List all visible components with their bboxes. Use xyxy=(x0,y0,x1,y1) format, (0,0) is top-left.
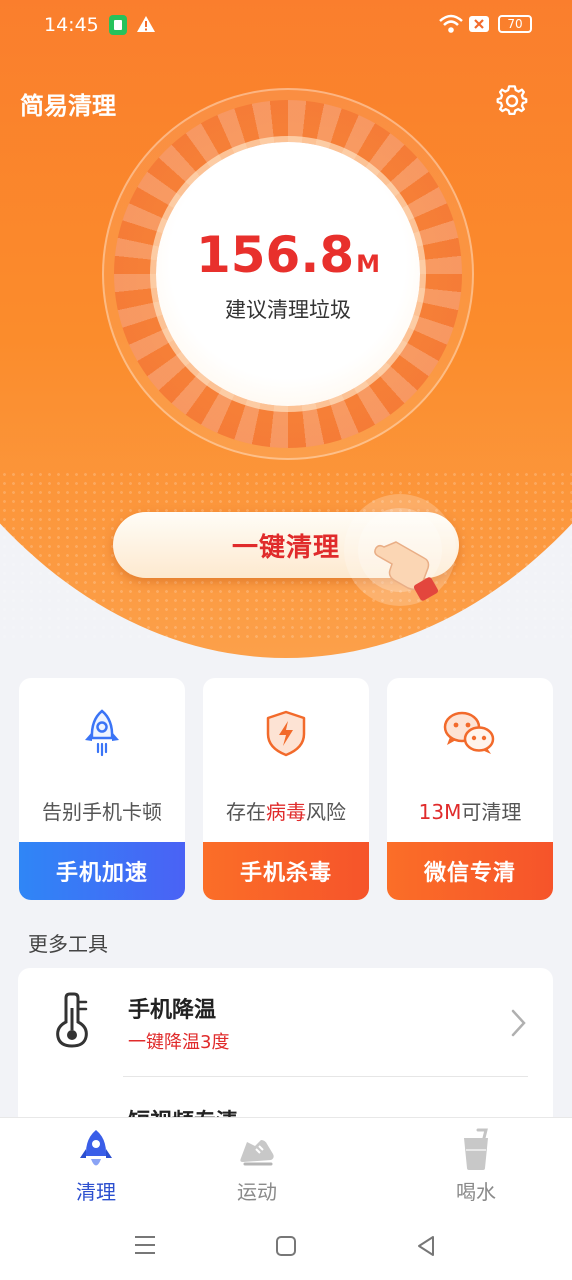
home-icon[interactable] xyxy=(274,1234,298,1258)
pointing-hand-icon xyxy=(344,494,456,606)
card-desc-pre: 存在 xyxy=(226,800,266,824)
card-desc-highlight: 病毒 xyxy=(266,800,306,824)
battery-icon: 70 xyxy=(498,15,532,33)
card-desc: 告别手机卡顿 xyxy=(19,796,185,825)
settings-gear-icon[interactable] xyxy=(496,85,528,117)
chevron-right-icon xyxy=(511,1009,526,1037)
junk-amount: 156.8M xyxy=(156,226,420,284)
app-notification-icon xyxy=(109,15,127,35)
back-icon[interactable] xyxy=(414,1234,438,1258)
wechat-clean-button[interactable]: 微信专清 xyxy=(387,842,553,900)
junk-label: 建议清理垃圾 xyxy=(225,298,351,322)
nav-label-clean: 清理 xyxy=(76,1180,116,1204)
tool-title: 手机降温 xyxy=(128,998,217,1023)
status-bar: 14:45 70 xyxy=(0,0,572,52)
status-time: 14:45 xyxy=(44,14,99,36)
more-tools-title: 更多工具 xyxy=(28,932,108,956)
nav-label-sport: 运动 xyxy=(237,1180,277,1204)
card-desc: 存在病毒风险 xyxy=(203,796,369,825)
junk-amount-unit: M xyxy=(356,250,381,278)
nav-item-sport[interactable]: 运动 xyxy=(197,1128,317,1205)
card-antivirus[interactable]: 存在病毒风险 手机杀毒 xyxy=(203,678,369,900)
rocket-icon xyxy=(85,709,119,757)
thermometer-icon xyxy=(56,992,88,1048)
nav-item-clean[interactable]: 清理 xyxy=(36,1128,156,1205)
warning-icon xyxy=(137,16,155,32)
nav-item-water[interactable]: 喝水 xyxy=(416,1128,536,1205)
card-phone-boost[interactable]: 告别手机卡顿 手机加速 xyxy=(19,678,185,900)
tool-subtitle: 一键降温3度 xyxy=(128,1032,230,1053)
sneaker-icon xyxy=(240,1140,274,1166)
antivirus-label: 手机杀毒 xyxy=(239,861,332,886)
wechat-clean-label: 微信专清 xyxy=(423,861,516,886)
card-desc-text: 告别手机卡顿 xyxy=(42,800,162,824)
rocket-icon xyxy=(80,1130,112,1166)
shield-lightning-icon xyxy=(266,710,306,757)
phone-boost-label: 手机加速 xyxy=(55,861,148,886)
bottom-nav: 清理 运动 喝水 xyxy=(0,1117,572,1280)
card-desc-post: 风险 xyxy=(306,800,346,824)
card-desc-post: 可清理 xyxy=(461,800,522,824)
junk-amount-value: 156.8 xyxy=(195,226,355,284)
divider xyxy=(123,1076,528,1077)
card-desc: 13M可清理 xyxy=(387,796,553,825)
wechat-icon xyxy=(443,711,495,754)
more-tools-list: 手机降温 一键降温3度 短视频专清 xyxy=(18,968,553,1128)
cup-icon xyxy=(464,1128,488,1170)
sim-off-icon xyxy=(469,16,489,32)
card-wechat-clean[interactable]: 13M可清理 微信专清 xyxy=(387,678,553,900)
app-title: 简易清理 xyxy=(20,92,116,120)
hero-section: 14:45 70 简易清理 156.8M 建议清理垃圾 一键清理 xyxy=(0,0,572,660)
clean-button-label: 一键清理 xyxy=(231,532,340,563)
menu-icon[interactable] xyxy=(133,1234,157,1256)
battery-level: 70 xyxy=(507,17,523,31)
phone-boost-button[interactable]: 手机加速 xyxy=(19,842,185,900)
card-desc-highlight: 13M xyxy=(418,800,462,824)
wifi-icon xyxy=(439,14,463,33)
tool-item-cooldown[interactable]: 手机降温 一键降温3度 xyxy=(18,968,553,1076)
nav-label-water: 喝水 xyxy=(456,1180,496,1204)
antivirus-button[interactable]: 手机杀毒 xyxy=(203,842,369,900)
